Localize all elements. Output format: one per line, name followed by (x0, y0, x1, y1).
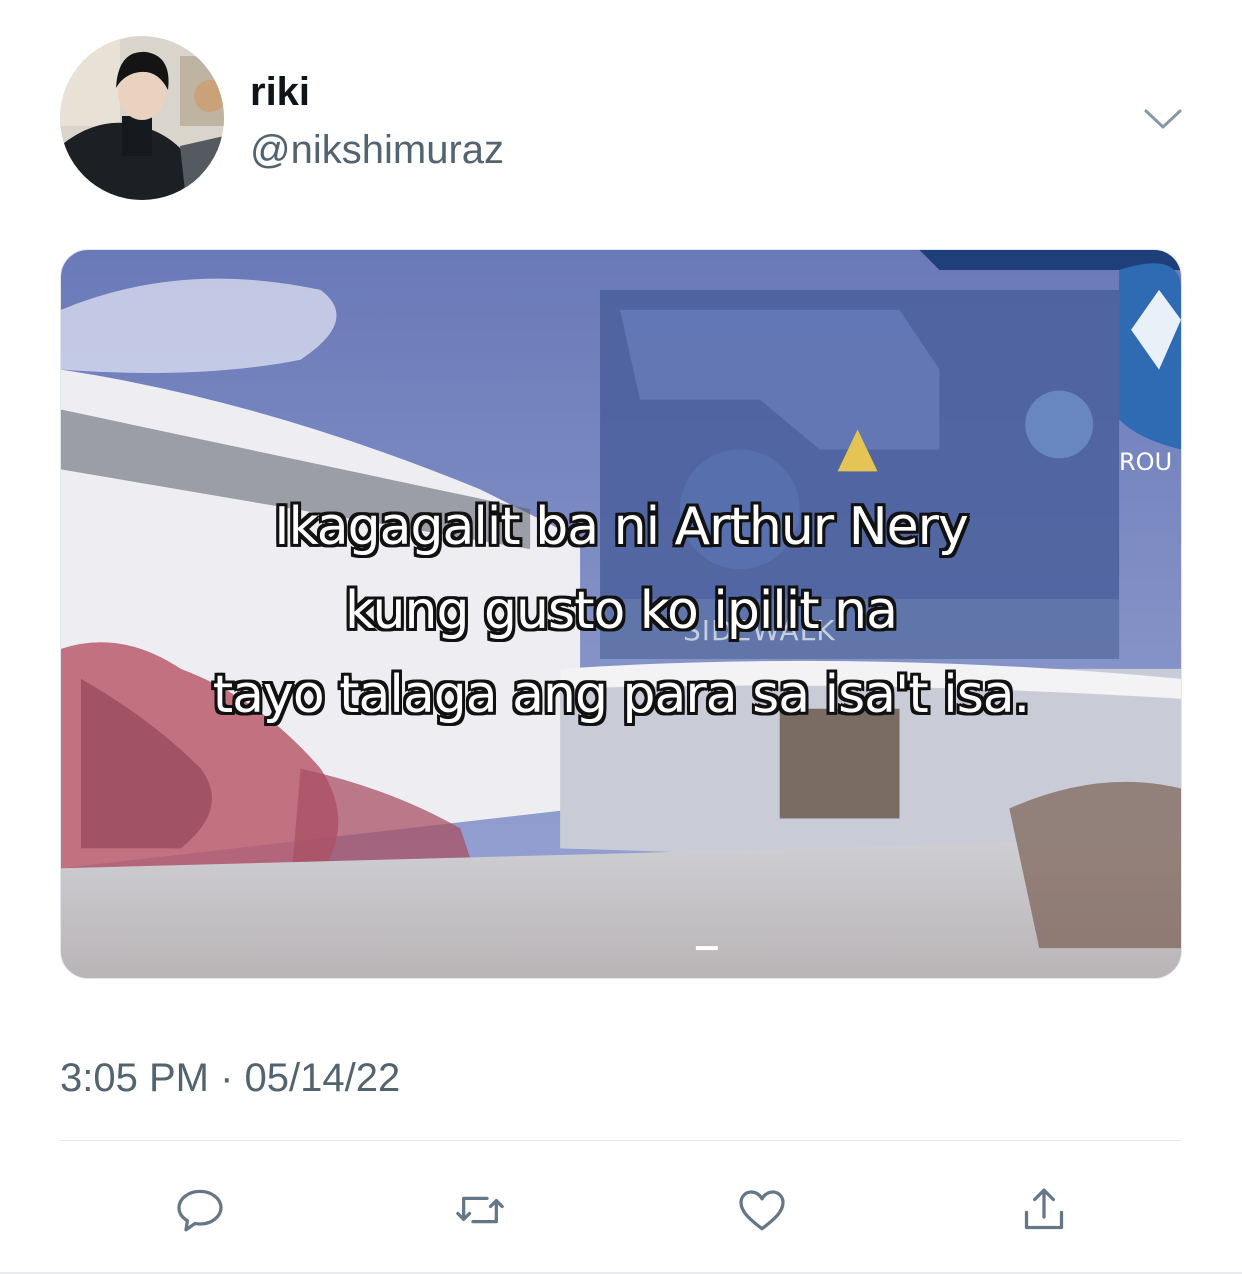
caption-line: tayo talaga ang para sa isa't isa. (212, 665, 1030, 725)
meme-caption: Ikagagalit ba ni Arthur Nery kung gusto … (61, 485, 1181, 737)
more-options-button[interactable] (1140, 96, 1186, 142)
share-icon (1024, 1188, 1064, 1230)
avatar[interactable] (60, 36, 224, 200)
caption-line: kung gusto ko ipilit na (345, 581, 898, 641)
chevron-down-icon (1144, 109, 1182, 129)
share-button[interactable] (1012, 1178, 1076, 1242)
avatar-image (60, 36, 224, 200)
display-name[interactable]: riki (250, 66, 310, 118)
tweet-media-image[interactable]: SIDEWALK ROU Ikagagalit ba ni Arthur Ner… (60, 249, 1182, 979)
reply-icon (177, 1189, 223, 1232)
tweet-actions-bar (0, 1172, 1242, 1244)
username-handle[interactable]: @nikshimuraz (250, 124, 504, 176)
heart-icon (739, 1190, 785, 1231)
divider (60, 1140, 1182, 1141)
retweet-button[interactable] (448, 1178, 512, 1242)
caption-line: Ikagagalit ba ni Arthur Nery (274, 497, 969, 557)
background-route-text: ROU (1119, 448, 1173, 476)
tweet-timestamp[interactable]: 3:05 PM · 05/14/22 (60, 1052, 400, 1104)
reply-button[interactable] (168, 1178, 232, 1242)
retweet-icon (456, 1196, 504, 1224)
like-button[interactable] (730, 1178, 794, 1242)
